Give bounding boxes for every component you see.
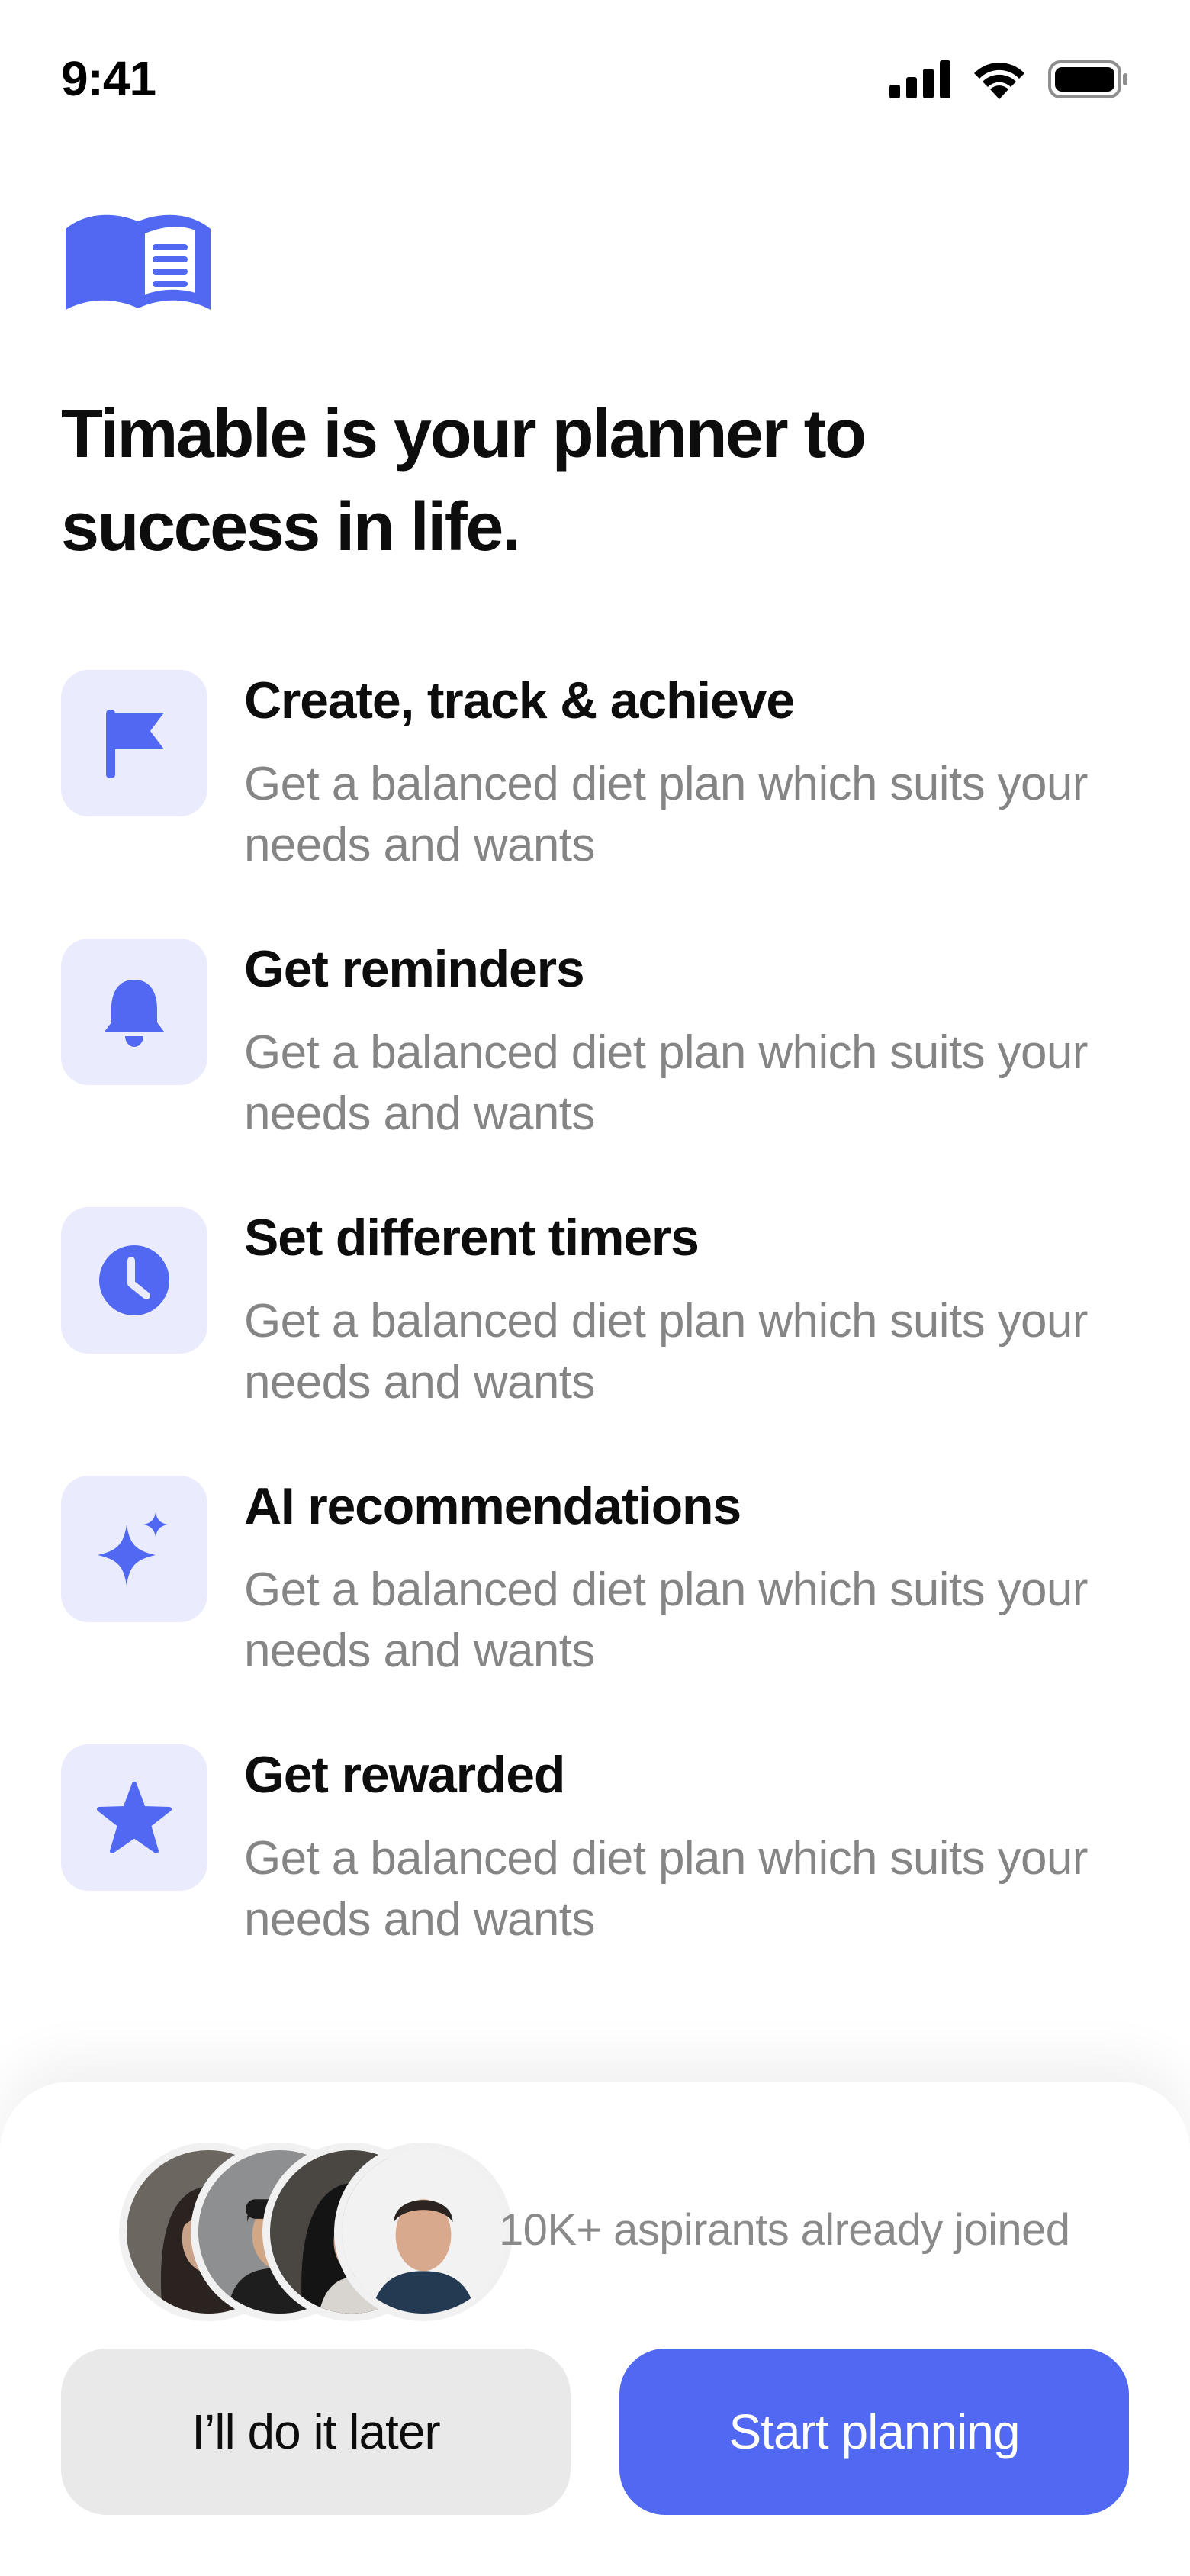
feature-item: Set different timers Get a balanced diet… xyxy=(61,1207,1129,1436)
status-icons xyxy=(889,60,1129,102)
do-it-later-button[interactable]: I’ll do it later xyxy=(61,2349,571,2515)
feature-title: Get reminders xyxy=(244,940,585,998)
bottom-sheet: 10K+ aspirants already joined I’ll do it… xyxy=(0,2082,1190,2576)
status-time: 9:41 xyxy=(61,51,156,106)
flag-icon xyxy=(61,670,207,816)
avatar xyxy=(334,2143,513,2321)
feature-description: Get a balanced diet plan which suits you… xyxy=(244,1832,1088,1946)
page-title: Timable is your planner to success in li… xyxy=(61,396,867,565)
signal-icon xyxy=(889,60,950,102)
feature-description: Get a balanced diet plan which suits you… xyxy=(244,1026,1088,1140)
feature-item: AI recommendations Get a balanced diet p… xyxy=(61,1476,1129,1705)
feature-description: Get a balanced diet plan which suits you… xyxy=(244,1563,1088,1677)
feature-title: Get rewarded xyxy=(244,1746,565,1804)
feature-title: Set different timers xyxy=(244,1209,700,1267)
app-logo-book-icon xyxy=(66,211,211,313)
feature-item: Get reminders Get a balanced diet plan w… xyxy=(61,939,1129,1167)
avatar-group xyxy=(119,2143,513,2321)
start-planning-button[interactable]: Start planning xyxy=(619,2349,1129,2515)
star-icon xyxy=(61,1744,207,1891)
feature-description: Get a balanced diet plan which suits you… xyxy=(244,1295,1088,1409)
feature-item: Get rewarded Get a balanced diet plan wh… xyxy=(61,1744,1129,1973)
feature-title: Create, track & achieve xyxy=(244,671,795,729)
wifi-icon xyxy=(972,60,1027,103)
sparkle-icon xyxy=(61,1476,207,1622)
feature-title: AI recommendations xyxy=(244,1477,741,1535)
bell-icon xyxy=(61,939,207,1085)
battery-icon xyxy=(1048,60,1129,102)
feature-item: Create, track & achieve Get a balanced d… xyxy=(61,670,1129,899)
clock-icon xyxy=(61,1207,207,1354)
social-proof-text: 10K+ aspirants already joined xyxy=(499,2205,1070,2255)
feature-description: Get a balanced diet plan which suits you… xyxy=(244,758,1088,871)
status-bar: 9:41 xyxy=(0,0,1190,160)
